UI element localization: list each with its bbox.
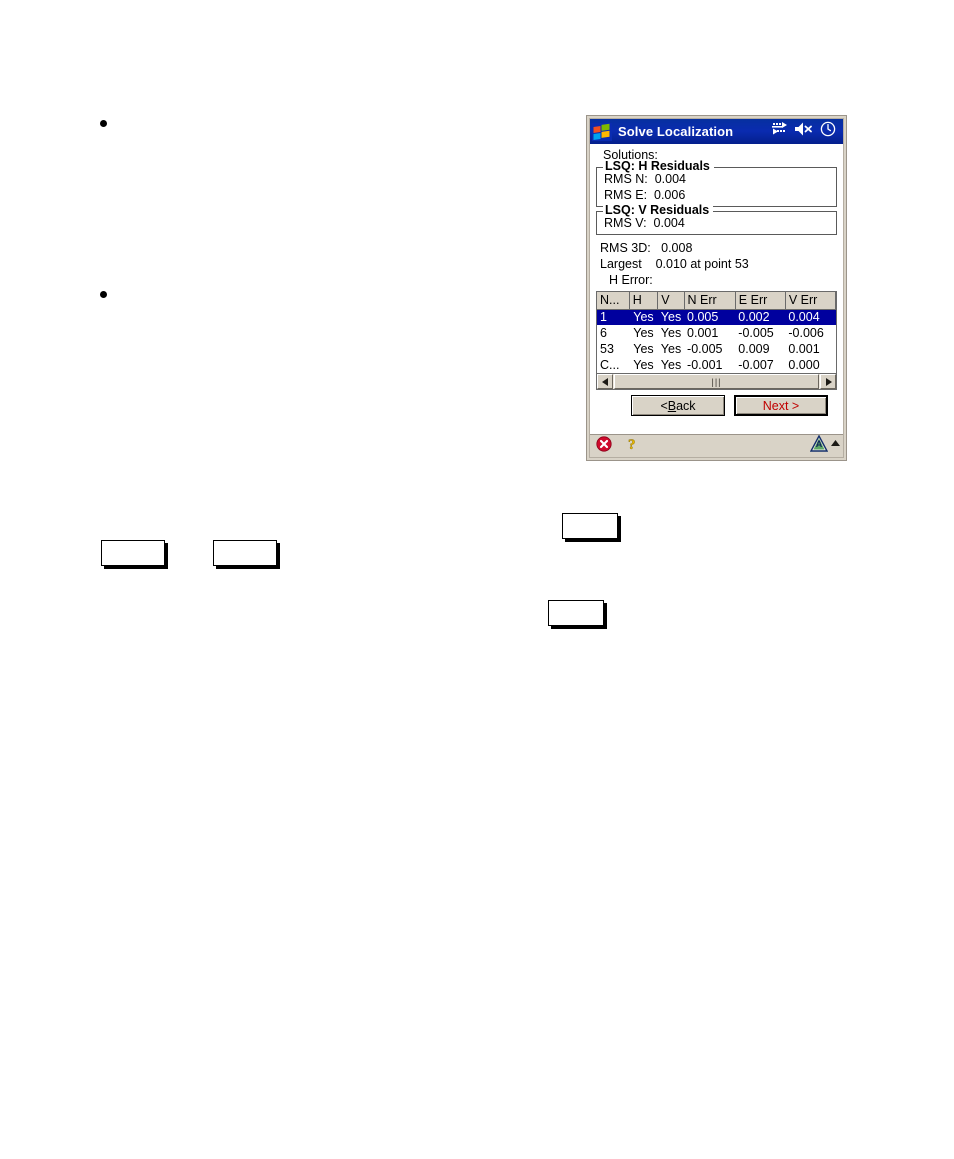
lsq-h-residuals-legend: LSQ: H Residuals (603, 159, 714, 173)
cell-v-err: 0.004 (785, 309, 836, 325)
cell-h: Yes (633, 326, 654, 340)
back-button-label-rest: ack (676, 398, 696, 413)
cell-point: 6 (600, 326, 607, 340)
cell-v: Yes (660, 342, 682, 356)
next-button[interactable]: Next > (734, 395, 828, 416)
column-header-point[interactable]: N... (597, 292, 630, 310)
volume-muted-icon[interactable] (795, 122, 813, 141)
column-header-v-err[interactable]: V Err (785, 292, 837, 310)
back-button[interactable]: < Back (631, 395, 725, 416)
titlebar-tray (772, 121, 839, 142)
scrollbar-track[interactable]: ||| (613, 374, 820, 389)
cell-v: Yes (660, 326, 682, 340)
document-bullet-2 (100, 291, 107, 298)
cell-v-err: 0.001 (788, 342, 820, 356)
clock-icon[interactable] (820, 121, 836, 142)
table-row[interactable]: 1 Yes Yes 0.005 0.002 0.004 (597, 309, 836, 325)
window-title: Solve Localization (618, 124, 734, 139)
cell-v-err: 0.000 (788, 358, 820, 372)
cell-n-err: -0.005 (687, 342, 723, 356)
pda-screen: Solve Localization Solutions: LSQ: H Res… (589, 118, 844, 458)
dialog-button-row: < Back Next > (595, 390, 838, 421)
placeholder-box-4 (548, 600, 604, 626)
cell-point: 1 (597, 309, 630, 325)
column-header-e-err[interactable]: E Err (735, 292, 786, 310)
cell-point: C... (600, 358, 620, 372)
dialog-client-area: Solutions: LSQ: H Residuals RMS N: 0.004… (590, 144, 843, 434)
cell-v-err: -0.006 (788, 326, 824, 340)
cell-e-err: -0.007 (738, 358, 774, 372)
help-question-icon[interactable]: ? (626, 436, 639, 457)
cell-h: Yes (633, 342, 654, 356)
grid-horizontal-scrollbar[interactable]: ||| (596, 374, 837, 390)
table-row[interactable]: 6 Yes Yes 0.001 -0.005 -0.006 (597, 325, 836, 341)
column-header-h[interactable]: H (629, 292, 659, 310)
connectivity-icon[interactable] (772, 122, 788, 141)
cell-v: Yes (657, 309, 685, 325)
h-error-label: H Error: (609, 273, 653, 287)
pda-device-frame: Solve Localization Solutions: LSQ: H Res… (586, 115, 847, 461)
cell-v: Yes (660, 358, 682, 372)
lsq-v-residuals-group: LSQ: V Residuals RMS V: 0.004 (596, 203, 837, 235)
cell-n-err: 0.005 (684, 309, 736, 325)
cell-e-err: 0.002 (735, 309, 786, 325)
table-row[interactable]: C... Yes Yes -0.001 -0.007 0.000 (597, 357, 836, 373)
cell-h: Yes (629, 309, 658, 325)
cell-e-err: 0.009 (738, 342, 770, 356)
cell-n-err: -0.001 (687, 358, 723, 372)
placeholder-box-1 (101, 540, 165, 566)
lsq-h-residuals-group: LSQ: H Residuals RMS N: 0.004 RMS E: 0.0… (596, 159, 837, 207)
grid-header-row: N... H V N Err E Err V Err (597, 292, 837, 310)
rms-3d-row: RMS 3D: 0.008 (600, 241, 693, 255)
column-header-v[interactable]: V (657, 292, 685, 310)
placeholder-box-3 (562, 513, 618, 539)
cell-point: 53 (600, 342, 614, 356)
taskbar-status-area: A (809, 434, 841, 457)
back-button-accel: B (667, 398, 677, 413)
scrollbar-thumb[interactable]: ||| (614, 374, 819, 389)
back-button-label: < (660, 398, 668, 413)
column-header-n-err[interactable]: N Err (684, 292, 736, 310)
table-row[interactable]: 53 Yes Yes -0.005 0.009 0.001 (597, 341, 836, 357)
rms-v-row: RMS V: 0.004 (604, 216, 685, 230)
lsq-v-residuals-legend: LSQ: V Residuals (603, 203, 714, 217)
svg-text:A: A (816, 439, 823, 449)
document-bullet-1 (100, 120, 107, 127)
survey-app-icon[interactable]: A (809, 434, 829, 457)
cell-n-err: 0.001 (687, 326, 719, 340)
largest-residual-row: Largest 0.010 at point 53 (600, 257, 749, 271)
scroll-right-arrow-icon[interactable] (820, 374, 836, 389)
rms-n-row: RMS N: 0.004 (604, 172, 686, 186)
residuals-grid[interactable]: N... H V N Err E Err V Err 1 Yes Yes 0.0… (596, 291, 837, 374)
cell-e-err: -0.005 (738, 326, 774, 340)
windows-flag-icon[interactable] (592, 122, 612, 141)
rms-e-row: RMS E: 0.006 (604, 188, 686, 202)
up-arrow-icon[interactable] (830, 436, 841, 457)
close-circle-icon[interactable] (596, 435, 612, 457)
scroll-left-arrow-icon[interactable] (597, 374, 613, 389)
placeholder-box-2 (213, 540, 277, 566)
summary-info-block: RMS 3D: 0.008 Largest 0.010 at point 53 … (597, 240, 838, 288)
window-titlebar: Solve Localization (590, 119, 843, 144)
device-taskbar: ? A (590, 434, 843, 457)
cell-h: Yes (633, 358, 654, 372)
svg-text:?: ? (628, 437, 636, 452)
